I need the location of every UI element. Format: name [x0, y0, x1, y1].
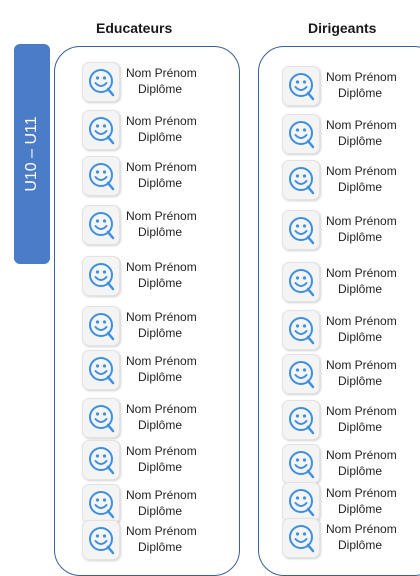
person-name: Nom Prénom — [126, 310, 197, 324]
person-diploma: Diplôme — [138, 326, 183, 340]
category-label: U10 – U11 — [23, 116, 40, 192]
person-name: Nom Prénom — [126, 524, 197, 538]
person-diploma: Diplôme — [138, 225, 183, 239]
person-name: Nom Prénom — [326, 214, 397, 228]
smiley-logo-icon — [82, 306, 120, 346]
person-name: Nom Prénom — [126, 354, 197, 368]
person-diploma: Diplôme — [338, 230, 383, 244]
person-name: Nom Prénom — [126, 209, 197, 223]
person-name: Nom Prénom — [126, 488, 197, 502]
smiley-logo-icon — [82, 520, 120, 560]
person-name: Nom Prénom — [126, 114, 197, 128]
person-diploma: Diplôme — [338, 86, 383, 100]
smiley-logo-icon — [282, 160, 320, 200]
smiley-logo-icon — [82, 398, 120, 438]
person-name: Nom Prénom — [326, 118, 397, 132]
person-diploma: Diplôme — [338, 134, 383, 148]
person-diploma: Diplôme — [338, 330, 383, 344]
person-diploma: Diplôme — [338, 464, 383, 478]
smiley-logo-icon — [282, 518, 320, 558]
person-name: Nom Prénom — [126, 444, 197, 458]
smiley-logo-icon — [82, 256, 120, 296]
person-diploma: Diplôme — [138, 460, 183, 474]
person-diploma: Diplôme — [338, 180, 383, 194]
smiley-logo-icon — [282, 400, 320, 440]
leaders-title: Dirigeants — [308, 20, 377, 36]
person-diploma: Diplôme — [338, 374, 383, 388]
person-name: Nom Prénom — [326, 314, 397, 328]
smiley-logo-icon — [82, 156, 120, 196]
smiley-logo-icon — [82, 484, 120, 524]
person-diploma: Diplôme — [138, 504, 183, 518]
person-name: Nom Prénom — [326, 486, 397, 500]
person-diploma: Diplôme — [138, 418, 183, 432]
person-diploma: Diplôme — [338, 502, 383, 516]
person-name: Nom Prénom — [126, 402, 197, 416]
person-diploma: Diplôme — [138, 370, 183, 384]
person-name: Nom Prénom — [326, 404, 397, 418]
person-diploma: Diplôme — [138, 276, 183, 290]
smiley-logo-icon — [282, 354, 320, 394]
person-name: Nom Prénom — [126, 260, 197, 274]
person-diploma: Diplôme — [138, 540, 183, 554]
smiley-logo-icon — [282, 210, 320, 250]
person-name: Nom Prénom — [126, 66, 197, 80]
person-diploma: Diplôme — [138, 176, 183, 190]
person-diploma: Diplôme — [338, 282, 383, 296]
person-diploma: Diplôme — [338, 420, 383, 434]
smiley-logo-icon — [82, 440, 120, 480]
category-tag: U10 – U11 — [14, 44, 50, 264]
person-diploma: Diplôme — [138, 130, 183, 144]
smiley-logo-icon — [282, 444, 320, 484]
smiley-logo-icon — [82, 62, 120, 102]
smiley-logo-icon — [282, 482, 320, 522]
person-name: Nom Prénom — [126, 160, 197, 174]
person-diploma: Diplôme — [138, 82, 183, 96]
person-name: Nom Prénom — [326, 522, 397, 536]
smiley-logo-icon — [282, 114, 320, 154]
educators-title: Educateurs — [96, 20, 173, 36]
smiley-logo-icon — [82, 205, 120, 245]
person-name: Nom Prénom — [326, 70, 397, 84]
smiley-logo-icon — [82, 350, 120, 390]
person-diploma: Diplôme — [338, 538, 383, 552]
smiley-logo-icon — [282, 66, 320, 106]
smiley-logo-icon — [82, 110, 120, 150]
smiley-logo-icon — [282, 310, 320, 350]
person-name: Nom Prénom — [326, 358, 397, 372]
smiley-logo-icon — [282, 262, 320, 302]
person-name: Nom Prénom — [326, 266, 397, 280]
person-name: Nom Prénom — [326, 448, 397, 462]
person-name: Nom Prénom — [326, 164, 397, 178]
